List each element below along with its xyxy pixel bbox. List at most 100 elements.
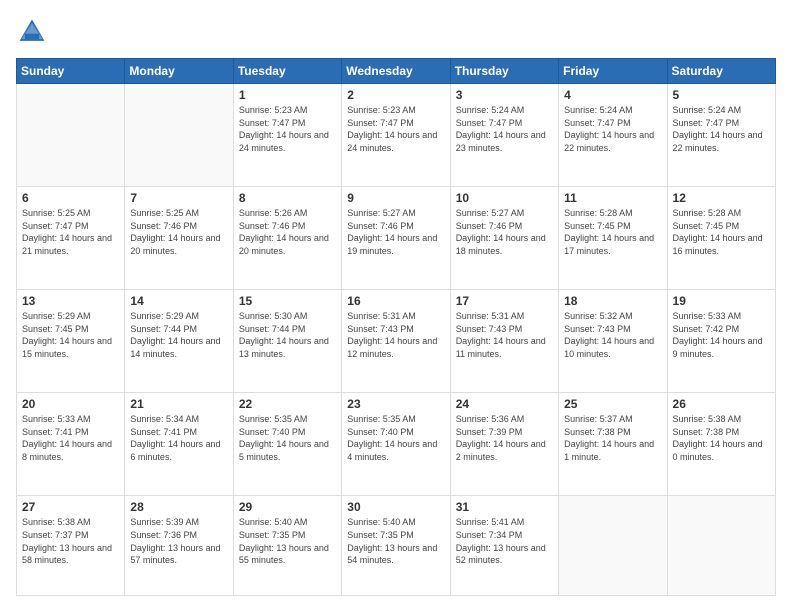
day-number: 20 [22,397,119,411]
calendar-cell: 6Sunrise: 5:25 AM Sunset: 7:47 PM Daylig… [17,187,125,290]
day-info: Sunrise: 5:23 AM Sunset: 7:47 PM Dayligh… [239,104,336,154]
day-info: Sunrise: 5:39 AM Sunset: 7:36 PM Dayligh… [130,516,227,566]
day-number: 6 [22,191,119,205]
day-info: Sunrise: 5:30 AM Sunset: 7:44 PM Dayligh… [239,310,336,360]
calendar-cell: 8 Sunrise: 5:26 AM Sunset: 7:46 PM Daylig… [233,187,341,290]
calendar-cell: 21Sunrise: 5:34 AM Sunset: 7:41 PM Dayli… [125,393,233,496]
calendar-cell: 23 Sunrise: 5:35 AM Sunset: 7:40 PM Dayli… [342,393,450,496]
day-info: Sunrise: 5:38 AM Sunset: 7:38 PM Dayligh… [673,413,770,463]
calendar-cell: 5 Sunrise: 5:24 AM Sunset: 7:47 PM Daylig… [667,84,775,187]
day-info: Sunrise: 5:31 AM Sunset: 7:43 PM Dayligh… [347,310,444,360]
day-info: Sunrise: 5:31 AM Sunset: 7:43 PM Dayligh… [456,310,553,360]
calendar-cell: 29Sunrise: 5:40 AM Sunset: 7:35 PM Dayli… [233,496,341,596]
day-number: 15 [239,294,336,308]
day-info: Sunrise: 5:28 AM Sunset: 7:45 PM Dayligh… [673,207,770,257]
calendar-cell [667,496,775,596]
day-info: Sunrise: 5:24 AM Sunset: 7:47 PM Dayligh… [456,104,553,154]
day-number: 24 [456,397,553,411]
calendar-cell: 13 Sunrise: 5:29 AM Sunset: 7:45 PM Dayli… [17,290,125,393]
calendar-cell: 2 Sunrise: 5:23 AM Sunset: 7:47 PM Daylig… [342,84,450,187]
calendar-cell: 19 Sunrise: 5:33 AM Sunset: 7:42 PM Dayli… [667,290,775,393]
day-info: Sunrise: 5:28 AM Sunset: 7:45 PM Dayligh… [564,207,661,257]
calendar-cell: 26 Sunrise: 5:38 AM Sunset: 7:38 PM Dayli… [667,393,775,496]
day-number: 21 [130,397,227,411]
day-info: Sunrise: 5:37 AM Sunset: 7:38 PM Dayligh… [564,413,661,463]
day-number: 16 [347,294,444,308]
calendar-cell: 24 Sunrise: 5:36 AM Sunset: 7:39 PM Dayli… [450,393,558,496]
day-info: Sunrise: 5:27 AM Sunset: 7:46 PM Dayligh… [456,207,553,257]
calendar-cell: 17 Sunrise: 5:31 AM Sunset: 7:43 PM Dayli… [450,290,558,393]
day-number: 30 [347,500,444,514]
weekday-header-tuesday: Tuesday [233,59,341,84]
weekday-header-row: SundayMondayTuesdayWednesdayThursdayFrid… [17,59,776,84]
day-number: 8 [239,191,336,205]
day-number: 28 [130,500,227,514]
day-number: 13 [22,294,119,308]
calendar-cell [125,84,233,187]
day-number: 2 [347,88,444,102]
day-info: Sunrise: 5:33 AM Sunset: 7:41 PM Dayligh… [22,413,119,463]
calendar-cell: 12 Sunrise: 5:28 AM Sunset: 7:45 PM Dayli… [667,187,775,290]
day-info: Sunrise: 5:32 AM Sunset: 7:43 PM Dayligh… [564,310,661,360]
day-number: 9 [347,191,444,205]
weekday-header-wednesday: Wednesday [342,59,450,84]
day-number: 19 [673,294,770,308]
day-info: Sunrise: 5:38 AM Sunset: 7:37 PM Dayligh… [22,516,119,566]
page: SundayMondayTuesdayWednesdayThursdayFrid… [0,0,792,612]
day-number: 5 [673,88,770,102]
day-number: 23 [347,397,444,411]
day-info: Sunrise: 5:23 AM Sunset: 7:47 PM Dayligh… [347,104,444,154]
calendar-cell: 27 Sunrise: 5:38 AM Sunset: 7:37 PM Dayli… [17,496,125,596]
header [16,16,776,48]
day-info: Sunrise: 5:25 AM Sunset: 7:46 PM Dayligh… [130,207,227,257]
calendar-week-row: 20 Sunrise: 5:33 AM Sunset: 7:41 PM Dayli… [17,393,776,496]
calendar-table: SundayMondayTuesdayWednesdayThursdayFrid… [16,58,776,596]
day-info: Sunrise: 5:33 AM Sunset: 7:42 PM Dayligh… [673,310,770,360]
day-info: Sunrise: 5:40 AM Sunset: 7:35 PM Dayligh… [347,516,444,566]
calendar-cell [559,496,667,596]
day-number: 7 [130,191,227,205]
calendar-week-row: 1 Sunrise: 5:23 AM Sunset: 7:47 PM Daylig… [17,84,776,187]
calendar-cell: 20 Sunrise: 5:33 AM Sunset: 7:41 PM Dayli… [17,393,125,496]
day-info: Sunrise: 5:35 AM Sunset: 7:40 PM Dayligh… [347,413,444,463]
calendar-cell: 18 Sunrise: 5:32 AM Sunset: 7:43 PM Dayli… [559,290,667,393]
calendar-cell: 14Sunrise: 5:29 AM Sunset: 7:44 PM Dayli… [125,290,233,393]
calendar-cell: 16 Sunrise: 5:31 AM Sunset: 7:43 PM Dayli… [342,290,450,393]
weekday-header-thursday: Thursday [450,59,558,84]
calendar-cell: 7 Sunrise: 5:25 AM Sunset: 7:46 PM Daylig… [125,187,233,290]
day-number: 17 [456,294,553,308]
logo-icon [16,16,48,48]
day-number: 12 [673,191,770,205]
weekday-header-sunday: Sunday [17,59,125,84]
weekday-header-saturday: Saturday [667,59,775,84]
calendar-cell: 22 Sunrise: 5:35 AM Sunset: 7:40 PM Dayli… [233,393,341,496]
day-number: 3 [456,88,553,102]
day-number: 22 [239,397,336,411]
calendar-cell: 1 Sunrise: 5:23 AM Sunset: 7:47 PM Daylig… [233,84,341,187]
day-info: Sunrise: 5:41 AM Sunset: 7:34 PM Dayligh… [456,516,553,566]
day-info: Sunrise: 5:29 AM Sunset: 7:45 PM Dayligh… [22,310,119,360]
calendar-cell: 11Sunrise: 5:28 AM Sunset: 7:45 PM Dayli… [559,187,667,290]
day-number: 18 [564,294,661,308]
day-info: Sunrise: 5:27 AM Sunset: 7:46 PM Dayligh… [347,207,444,257]
day-info: Sunrise: 5:24 AM Sunset: 7:47 PM Dayligh… [673,104,770,154]
calendar-cell: 4Sunrise: 5:24 AM Sunset: 7:47 PM Daylig… [559,84,667,187]
day-number: 31 [456,500,553,514]
day-info: Sunrise: 5:26 AM Sunset: 7:46 PM Dayligh… [239,207,336,257]
calendar-cell: 30 Sunrise: 5:40 AM Sunset: 7:35 PM Dayli… [342,496,450,596]
day-number: 26 [673,397,770,411]
calendar-week-row: 27 Sunrise: 5:38 AM Sunset: 7:37 PM Dayli… [17,496,776,596]
calendar-cell: 31 Sunrise: 5:41 AM Sunset: 7:34 PM Dayli… [450,496,558,596]
logo [16,16,52,48]
day-number: 25 [564,397,661,411]
day-info: Sunrise: 5:35 AM Sunset: 7:40 PM Dayligh… [239,413,336,463]
weekday-header-monday: Monday [125,59,233,84]
day-number: 10 [456,191,553,205]
calendar-cell: 15 Sunrise: 5:30 AM Sunset: 7:44 PM Dayli… [233,290,341,393]
calendar-cell: 3 Sunrise: 5:24 AM Sunset: 7:47 PM Daylig… [450,84,558,187]
day-info: Sunrise: 5:36 AM Sunset: 7:39 PM Dayligh… [456,413,553,463]
day-info: Sunrise: 5:29 AM Sunset: 7:44 PM Dayligh… [130,310,227,360]
calendar-cell: 28 Sunrise: 5:39 AM Sunset: 7:36 PM Dayli… [125,496,233,596]
day-number: 1 [239,88,336,102]
day-number: 27 [22,500,119,514]
